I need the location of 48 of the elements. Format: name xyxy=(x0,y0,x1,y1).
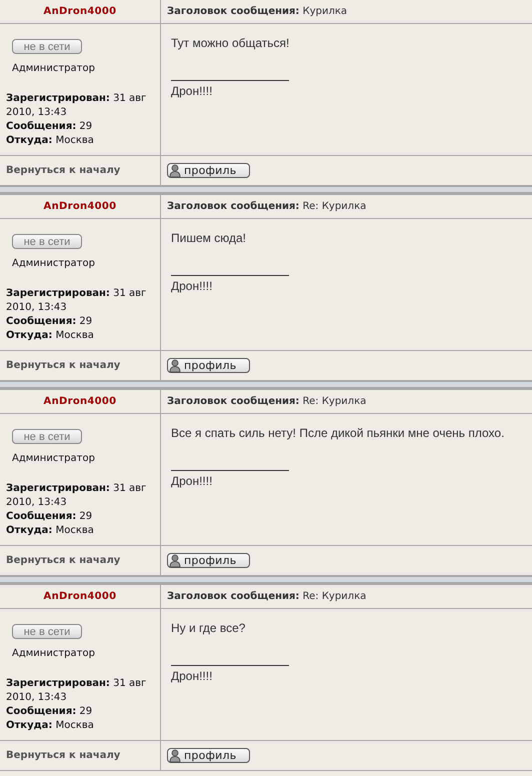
status-button[interactable]: не в сети xyxy=(12,624,82,639)
status-button[interactable]: не в сети xyxy=(12,429,82,444)
profile-button[interactable]: профиль xyxy=(167,553,250,568)
back-to-top-link[interactable]: Вернуться к началу xyxy=(6,555,120,566)
post-subject: Заголовок сообщения: Re: Курилка xyxy=(167,591,366,602)
post-subject: Заголовок сообщения: Курилка xyxy=(167,6,348,17)
user-rank: Администратор xyxy=(12,453,95,464)
user-rank: Администратор xyxy=(12,258,95,269)
profile-button[interactable]: профиль xyxy=(167,358,250,373)
registration-date: Зарегистрирован: 31 авг 2010, 13:43 xyxy=(6,92,148,120)
signature: Дрон!!!! xyxy=(171,474,212,488)
signature: Дрон!!!! xyxy=(171,669,212,683)
person-icon xyxy=(169,164,181,178)
status-button[interactable]: не в сети xyxy=(12,234,82,249)
person-icon xyxy=(169,554,181,568)
message-text: Все я спать силь нету! Псле дикой пьянки мне очень плохо. xyxy=(171,426,504,440)
post-count: Сообщения: 29 xyxy=(6,510,94,524)
signature: Дрон!!!! xyxy=(171,279,212,293)
profile-button[interactable]: профиль xyxy=(167,163,250,178)
registration-date: Зарегистрирован: 31 авг 2010, 13:43 xyxy=(6,677,148,705)
person-icon xyxy=(169,358,181,372)
user-rank: Администратор xyxy=(12,63,95,74)
post-count: Сообщения: 29 xyxy=(6,705,94,719)
back-to-top-link[interactable]: Вернуться к началу xyxy=(6,165,120,176)
user-location: Откуда: Москва xyxy=(6,719,95,733)
post-subject: Заголовок сообщения: Re: Курилка xyxy=(167,396,366,407)
registration-date: Зарегистрирован: 31 авг 2010, 13:43 xyxy=(6,482,148,510)
signature: Дрон!!!! xyxy=(171,84,212,98)
person-icon xyxy=(169,748,181,762)
author-name: AnDron4000 xyxy=(44,6,116,17)
status-button[interactable]: не в сети xyxy=(12,39,82,54)
profile-button[interactable]: профиль xyxy=(167,748,250,763)
message-text: Ну и где все? xyxy=(171,621,246,635)
back-to-top-link[interactable]: Вернуться к началу xyxy=(6,750,120,761)
user-location: Откуда: Москва xyxy=(6,134,95,148)
registration-date: Зарегистрирован: 31 авг 2010, 13:43 xyxy=(6,287,148,315)
message-text: Пишем сюда! xyxy=(171,231,246,245)
author-name: AnDron4000 xyxy=(44,201,116,212)
author-name: AnDron4000 xyxy=(44,396,116,407)
user-rank: Администратор xyxy=(12,648,95,659)
post-subject: Заголовок сообщения: Re: Курилка xyxy=(167,201,366,212)
user-location: Откуда: Москва xyxy=(6,524,95,538)
message-text: Тут можно общаться! xyxy=(171,36,290,50)
user-location: Откуда: Москва xyxy=(6,329,95,343)
author-name: AnDron4000 xyxy=(44,591,116,602)
back-to-top-link[interactable]: Вернуться к началу xyxy=(6,360,120,371)
post-count: Сообщения: 29 xyxy=(6,120,94,134)
post-count: Сообщения: 29 xyxy=(6,315,94,329)
